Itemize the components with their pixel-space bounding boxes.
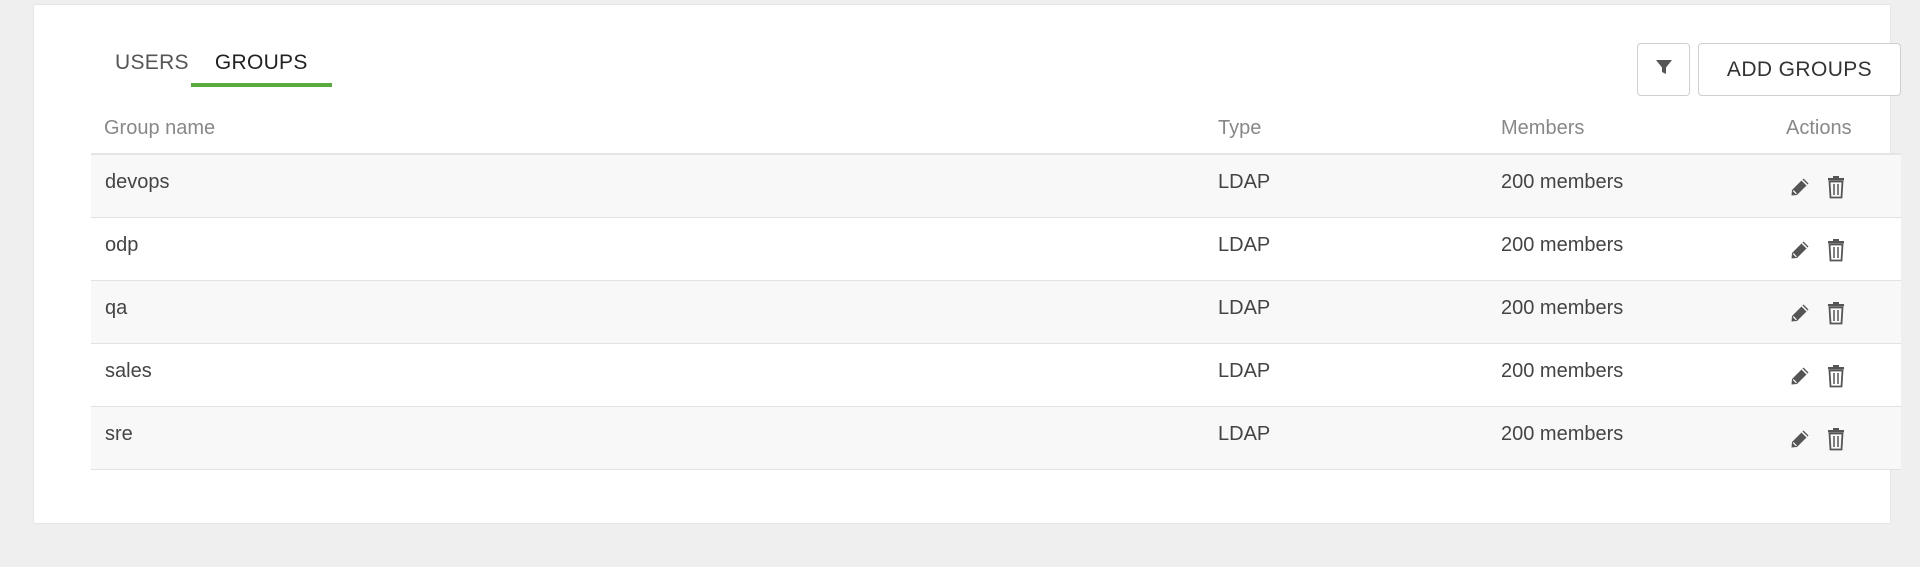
pencil-icon[interactable]: [1789, 175, 1811, 199]
table-row[interactable]: devops LDAP 200 members: [91, 155, 1901, 218]
header-type[interactable]: Type: [1218, 117, 1261, 140]
groups-table: Group name Type Members Actions devops L…: [91, 109, 1901, 470]
row-actions: [1789, 175, 1847, 199]
trash-icon[interactable]: [1825, 301, 1847, 325]
table-row[interactable]: sre LDAP 200 members: [91, 407, 1901, 470]
tab-users-label: USERS: [115, 51, 189, 74]
table-row[interactable]: odp LDAP 200 members: [91, 218, 1901, 281]
group-name-cell: odp: [105, 234, 139, 256]
group-members-cell: 200 members: [1501, 360, 1624, 382]
group-members-cell: 200 members: [1501, 423, 1624, 445]
filter-icon: [1655, 58, 1673, 81]
row-actions: [1789, 427, 1847, 451]
header-members[interactable]: Members: [1501, 117, 1584, 140]
tab-users[interactable]: USERS: [115, 51, 189, 84]
pencil-icon[interactable]: [1789, 427, 1811, 451]
add-groups-button[interactable]: ADD GROUPS: [1698, 43, 1901, 96]
table-row[interactable]: sales LDAP 200 members: [91, 344, 1901, 407]
group-members-cell: 200 members: [1501, 297, 1624, 319]
group-type-cell: LDAP: [1218, 234, 1271, 256]
group-members-cell: 200 members: [1501, 234, 1624, 256]
header-group-name[interactable]: Group name: [104, 117, 215, 140]
row-actions: [1789, 301, 1847, 325]
group-type-cell: LDAP: [1218, 171, 1271, 193]
filter-button[interactable]: [1637, 43, 1690, 96]
pencil-icon[interactable]: [1789, 238, 1811, 262]
row-actions: [1789, 238, 1847, 262]
table-header: Group name Type Members Actions: [91, 109, 1901, 155]
group-members-cell: 200 members: [1501, 171, 1624, 193]
trash-icon[interactable]: [1825, 427, 1847, 451]
group-name-cell: qa: [105, 297, 128, 319]
groups-panel: USERS GROUPS ADD GROUPS Group name Type …: [33, 4, 1901, 524]
tab-bar: USERS GROUPS: [79, 51, 334, 87]
row-actions: [1789, 364, 1847, 388]
trash-icon[interactable]: [1825, 364, 1847, 388]
trash-icon[interactable]: [1825, 238, 1847, 262]
pencil-icon[interactable]: [1789, 364, 1811, 388]
table-row[interactable]: qa LDAP 200 members: [91, 281, 1901, 344]
group-type-cell: LDAP: [1218, 297, 1271, 319]
group-name-cell: sre: [105, 423, 133, 445]
active-tab-indicator: [190, 83, 332, 87]
group-name-cell: devops: [105, 171, 170, 193]
pencil-icon[interactable]: [1789, 301, 1811, 325]
tab-groups-label: GROUPS: [214, 51, 308, 74]
header-actions: Actions: [1786, 117, 1852, 139]
group-name-cell: sales: [105, 360, 152, 382]
group-type-cell: LDAP: [1218, 360, 1271, 382]
tab-groups[interactable]: GROUPS: [190, 51, 332, 87]
group-type-cell: LDAP: [1218, 423, 1271, 445]
trash-icon[interactable]: [1825, 175, 1847, 199]
